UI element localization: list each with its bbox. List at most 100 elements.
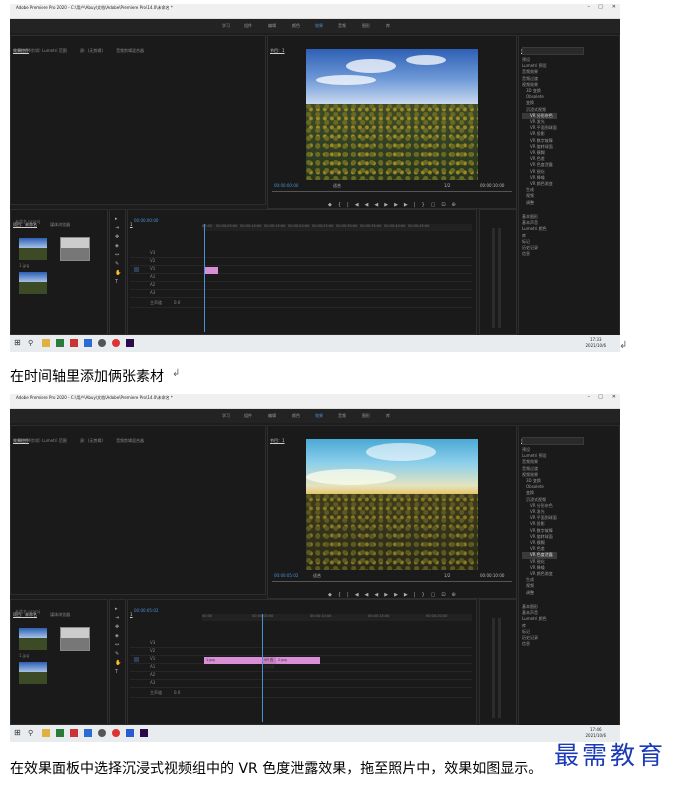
clip-thumbnail[interactable] xyxy=(19,238,47,260)
type-icon[interactable]: T xyxy=(115,669,118,675)
side-panel-item[interactable]: 信息 xyxy=(522,641,547,647)
sequence-tab[interactable]: 1 xyxy=(130,222,133,227)
premiere-icon[interactable] xyxy=(140,729,148,737)
side-panel-item[interactable]: 信息 xyxy=(522,251,547,257)
app-icon[interactable] xyxy=(56,339,64,347)
sequence-tab[interactable]: 1 xyxy=(130,612,133,617)
app-icon[interactable] xyxy=(70,339,78,347)
tab-source[interactable]: 源：(无剪辑) xyxy=(80,48,103,53)
tree-item[interactable]: 调整 xyxy=(522,200,557,206)
workspace-effects[interactable]: 效果 xyxy=(315,413,323,419)
track-a2[interactable]: A2 xyxy=(130,672,472,680)
close-icon[interactable]: ✕ xyxy=(612,394,616,401)
program-title[interactable]: 节目：1 xyxy=(270,48,285,53)
side-panel-item[interactable]: Lumetri 颜色 xyxy=(522,616,547,622)
workspace-assembly[interactable]: 组件 xyxy=(244,23,252,29)
chrome-icon[interactable] xyxy=(112,339,120,347)
hand-icon[interactable]: ✋ xyxy=(115,270,121,276)
clip-thumbnail[interactable] xyxy=(19,628,47,650)
playhead[interactable] xyxy=(262,614,263,722)
pen-icon[interactable]: ✎ xyxy=(115,261,119,267)
resolution-dropdown[interactable]: 1/2 xyxy=(444,183,450,188)
camera-icon[interactable] xyxy=(98,729,106,737)
tree-item[interactable]: 调整 xyxy=(522,590,557,596)
maximize-icon[interactable]: □ xyxy=(598,4,603,11)
hand-icon[interactable]: ✋ xyxy=(115,660,121,666)
slip-icon[interactable]: ↔ xyxy=(115,642,119,648)
clip-thumbnail[interactable] xyxy=(60,627,90,651)
start-icon[interactable]: ⊞ xyxy=(14,729,22,737)
start-icon[interactable]: ⊞ xyxy=(14,339,22,347)
track-a1[interactable]: A1 xyxy=(130,664,472,672)
workspace-graphics[interactable]: 图形 xyxy=(362,23,370,29)
selection-tool-icon[interactable]: ▸ xyxy=(115,216,118,222)
workspace-effects[interactable]: 效果 xyxy=(315,23,323,29)
side-panel-item[interactable]: Lumetri 颜色 xyxy=(522,226,547,232)
workspace-audio[interactable]: 音频 xyxy=(338,23,346,29)
tab-media-browser[interactable]: 媒体浏览器 xyxy=(50,222,70,227)
workspace-edit[interactable]: 编辑 xyxy=(268,413,276,419)
track-select-icon[interactable]: ⇥ xyxy=(115,225,119,231)
track-v1[interactable]: V1 xyxy=(130,266,472,274)
ripple-edit-icon[interactable]: ✥ xyxy=(115,234,119,240)
workspace-audio[interactable]: 音频 xyxy=(338,413,346,419)
track-v3[interactable]: V3 xyxy=(130,640,472,648)
timeline-transition[interactable]: VR 色度泄露 xyxy=(262,657,276,669)
track-v3[interactable]: V3 xyxy=(130,250,472,258)
workspace-libraries[interactable]: 库 xyxy=(386,413,390,419)
program-scrubber[interactable] xyxy=(272,581,512,582)
track-v2[interactable]: V2 xyxy=(130,648,472,656)
word-icon[interactable] xyxy=(126,729,134,737)
minimize-icon[interactable]: – xyxy=(588,4,591,11)
fit-dropdown[interactable]: 适合 xyxy=(333,183,341,189)
fit-dropdown[interactable]: 适合 xyxy=(313,573,321,579)
track-target-button[interactable] xyxy=(134,657,139,662)
type-icon[interactable]: T xyxy=(115,279,118,285)
playhead[interactable] xyxy=(204,224,205,332)
workspace-libraries[interactable]: 库 xyxy=(386,23,390,29)
track-master[interactable]: 主声道 0.0 xyxy=(130,300,472,308)
tab-media-browser[interactable]: 媒体浏览器 xyxy=(50,612,70,617)
workspace-color[interactable]: 颜色 xyxy=(292,413,300,419)
slip-icon[interactable]: ↔ xyxy=(115,252,119,258)
workspace-learn[interactable]: 学习 xyxy=(222,413,230,419)
tab-lumetri-scopes[interactable]: Lumetri 范围 xyxy=(42,438,67,443)
ripple-edit-icon[interactable]: ✥ xyxy=(115,624,119,630)
premiere-icon[interactable] xyxy=(126,339,134,347)
app-icon[interactable] xyxy=(56,729,64,737)
effects-search-input[interactable] xyxy=(522,437,584,445)
track-v2[interactable]: V2 xyxy=(130,258,472,266)
search-icon[interactable]: ⚲ xyxy=(28,729,36,737)
minimize-icon[interactable]: – xyxy=(588,394,591,401)
track-a2[interactable]: A2 xyxy=(130,282,472,290)
track-select-icon[interactable]: ⇥ xyxy=(115,615,119,621)
clip-thumbnail[interactable] xyxy=(19,662,47,684)
tab-audio-mixer[interactable]: 音频剪辑混合器 xyxy=(116,438,144,443)
clip-thumbnail[interactable] xyxy=(60,237,90,261)
program-title[interactable]: 节目：1 xyxy=(270,438,285,443)
search-icon[interactable]: ⚲ xyxy=(28,339,36,347)
track-a1[interactable]: A1 xyxy=(130,274,472,282)
file-explorer-icon[interactable] xyxy=(42,339,50,347)
workspace-learn[interactable]: 学习 xyxy=(222,23,230,29)
workspace-edit[interactable]: 编辑 xyxy=(268,23,276,29)
workspace-graphics[interactable]: 图形 xyxy=(362,413,370,419)
pen-icon[interactable]: ✎ xyxy=(115,651,119,657)
track-a3[interactable]: A3 xyxy=(130,290,472,298)
app-icon[interactable] xyxy=(70,729,78,737)
tab-audio-mixer[interactable]: 音频剪辑混合器 xyxy=(116,48,144,53)
track-master[interactable]: 主声道 0.0 xyxy=(130,690,472,698)
program-scrubber[interactable] xyxy=(272,191,512,192)
app-icon[interactable] xyxy=(84,339,92,347)
tab-lumetri-scopes[interactable]: Lumetri 范围 xyxy=(42,48,67,53)
timeline-clip-2[interactable]: 2.jpg xyxy=(276,657,320,664)
file-explorer-icon[interactable] xyxy=(42,729,50,737)
timeline-clip-1[interactable]: 1.jpg xyxy=(204,657,262,664)
tab-source[interactable]: 源：(无剪辑) xyxy=(80,438,103,443)
camera-icon[interactable] xyxy=(98,339,106,347)
selection-tool-icon[interactable]: ▸ xyxy=(115,606,118,612)
workspace-assembly[interactable]: 组件 xyxy=(244,413,252,419)
effects-search-input[interactable] xyxy=(522,47,584,55)
track-target-button[interactable] xyxy=(134,267,139,272)
transport-controls[interactable]: ◆{|◀◀◀▶▶▶|}▢⊡⊕ xyxy=(328,202,462,208)
